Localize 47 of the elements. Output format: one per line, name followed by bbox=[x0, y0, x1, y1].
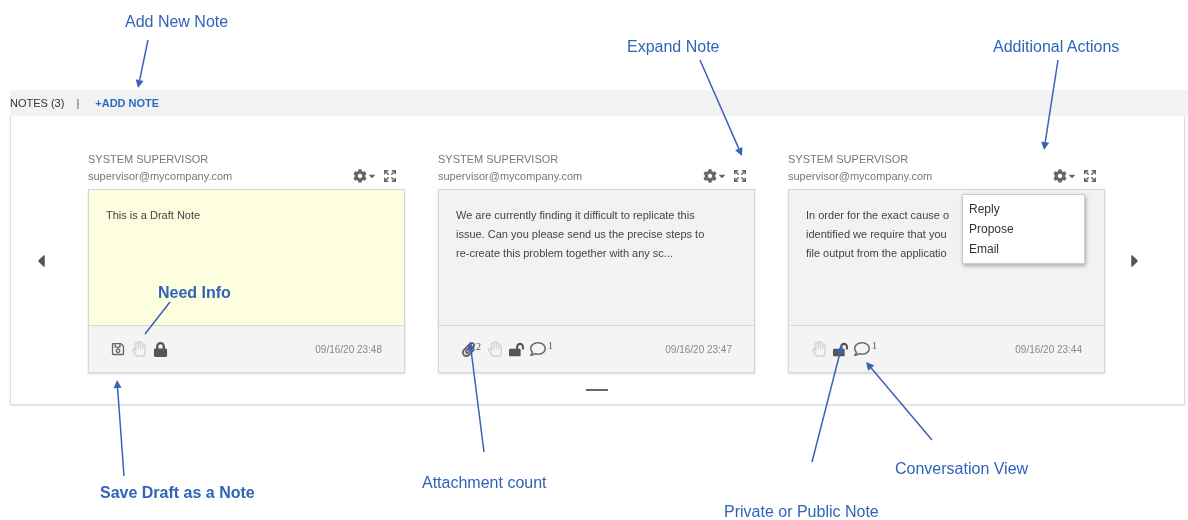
gear-icon[interactable] bbox=[353, 169, 367, 183]
expand-icon[interactable] bbox=[733, 169, 747, 183]
pager-indicator[interactable] bbox=[585, 389, 608, 391]
comment-icon[interactable] bbox=[854, 341, 870, 357]
author-name: SYSTEM SUPERVISOR bbox=[88, 152, 210, 167]
note-text-line: This is a Draft Note bbox=[106, 208, 201, 223]
leader-line bbox=[144, 301, 171, 335]
note-text-line: In order for the exact cause o bbox=[806, 208, 950, 223]
callout-label: Save Draft as a Note bbox=[100, 483, 255, 503]
note-text-line: file output from the applicatio bbox=[806, 246, 947, 261]
menu-item[interactable]: Propose bbox=[969, 219, 1078, 239]
callout-label: Need Info bbox=[158, 283, 231, 303]
comment-count: 1 bbox=[548, 341, 553, 351]
callout-label: Conversation View bbox=[895, 459, 1029, 479]
gear-icon[interactable] bbox=[703, 169, 717, 183]
note-text-line: We are currently finding it difficult to replicate this bbox=[456, 208, 695, 223]
callout-label: Add New Note bbox=[125, 12, 229, 32]
callout-label: Additional Actions bbox=[993, 37, 1120, 57]
unlocked-lock-icon[interactable] bbox=[509, 341, 524, 357]
author-name: SYSTEM SUPERVISOR bbox=[438, 152, 560, 167]
gear-icon[interactable] bbox=[1053, 169, 1067, 183]
author-email: supervisor@mycompany.com bbox=[438, 169, 583, 184]
save-icon[interactable] bbox=[111, 342, 125, 356]
note-text-line: re-create this problem together with any sc... bbox=[456, 246, 674, 261]
comment-icon[interactable] bbox=[530, 341, 546, 357]
callout-label: Attachment count bbox=[422, 473, 547, 493]
callout-label: Expand Note bbox=[627, 37, 720, 57]
note-timestamp: 09/16/20 23:48 bbox=[315, 342, 382, 357]
note-text-line: issue. Can you please send us the precise steps to bbox=[456, 227, 705, 242]
comment-count: 1 bbox=[872, 341, 877, 351]
separator: | bbox=[76, 95, 80, 111]
expand-icon[interactable] bbox=[383, 169, 397, 183]
menu-item[interactable]: Reply bbox=[969, 199, 1078, 219]
lock-icon[interactable] bbox=[153, 341, 168, 357]
callout-label: Private or Public Note bbox=[724, 502, 879, 520]
callout-arrow bbox=[135, 39, 149, 88]
note-timestamp: 09/16/20 23:47 bbox=[665, 342, 732, 357]
note-timestamp: 09/16/20 23:44 bbox=[1015, 342, 1082, 357]
expand-icon[interactable] bbox=[1083, 169, 1097, 183]
author-name: SYSTEM SUPERVISOR bbox=[788, 152, 910, 167]
add-note-link[interactable]: +ADD NOTE bbox=[95, 94, 160, 112]
author-email: supervisor@mycompany.com bbox=[788, 169, 933, 184]
attachment-count: 2 bbox=[476, 341, 481, 352]
author-email: supervisor@mycompany.com bbox=[88, 169, 233, 184]
notes-title: NOTES (3) bbox=[10, 95, 65, 111]
menu-item[interactable]: Email bbox=[969, 239, 1078, 259]
note-text-line: identified we require that you bbox=[806, 227, 947, 242]
